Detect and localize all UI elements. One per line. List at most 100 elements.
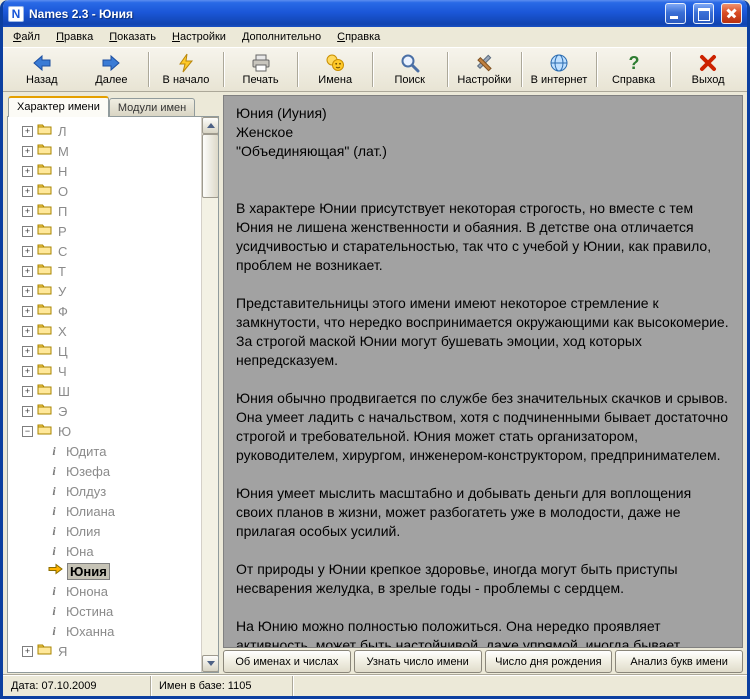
tree-name-row[interactable]: Юлдуз	[12, 481, 198, 501]
folder-icon	[37, 282, 52, 300]
bottom-button-4[interactable]: Анализ букв имени	[615, 650, 743, 673]
expand-icon[interactable]	[22, 385, 33, 397]
menu-item-help[interactable]: Справка	[329, 28, 388, 46]
tree-name-row[interactable]: Юлия	[12, 521, 198, 541]
expand-icon[interactable]	[22, 225, 33, 237]
menu-item-settings[interactable]: Настройки	[164, 28, 234, 46]
bottom-button-2[interactable]: Узнать число имени	[353, 650, 482, 673]
toolbar-back-button[interactable]: Назад	[7, 49, 77, 90]
tree-name-row[interactable]: Юзефа	[12, 461, 198, 481]
folder-icon	[37, 642, 52, 660]
expand-icon[interactable]	[22, 345, 33, 357]
tree-letter-label: Р	[58, 223, 68, 239]
toolbar-exit-button[interactable]: Выход	[673, 49, 743, 90]
bottom-button-1[interactable]: Об именах и числах	[223, 650, 351, 673]
tree-scrollbar[interactable]	[201, 117, 218, 672]
tree-name-row[interactable]: Юханна	[12, 621, 198, 641]
info-icon	[48, 604, 60, 619]
tree-letter-row[interactable]: О	[12, 181, 198, 201]
maximize-button[interactable]	[693, 3, 714, 24]
tree-letter-row[interactable]: Э	[12, 401, 198, 421]
tree-letter-label: Э	[58, 403, 68, 419]
tree-name-row[interactable]: Юстина	[12, 601, 198, 621]
menu-item-file[interactable]: Файл	[5, 28, 48, 46]
tree-letter-row[interactable]: Ц	[12, 341, 198, 361]
tree-name-row[interactable]: Юлиана	[12, 501, 198, 521]
expand-icon[interactable]	[22, 145, 33, 157]
info-icon	[48, 624, 60, 639]
tree-letter-row[interactable]: Р	[12, 221, 198, 241]
toolbar-settings-button[interactable]: Настройки	[450, 49, 520, 90]
info-icon	[48, 524, 60, 539]
expand-icon[interactable]	[22, 405, 33, 417]
expand-icon[interactable]	[22, 245, 33, 257]
toolbar-print-button[interactable]: Печать	[226, 49, 296, 90]
toolbar-help-button[interactable]: ? Справка	[599, 49, 669, 90]
toolbar-internet-button[interactable]: В интернет	[524, 49, 594, 90]
description-panel: Юния (Иуния) Женское "Объединяющая" (лат.)…	[223, 95, 743, 648]
tree-letter-row[interactable]: Н	[12, 161, 198, 181]
expand-icon[interactable]	[22, 325, 33, 337]
expand-icon[interactable]	[22, 165, 33, 177]
expand-icon[interactable]	[22, 285, 33, 297]
tree-letter-row[interactable]: Х	[12, 321, 198, 341]
description-paragraph: В характере Юнии присутствует некоторая …	[236, 200, 712, 273]
tree-name-row[interactable]: Юна	[12, 541, 198, 561]
description-paragraph: От природы у Юнии крепкое здоровье, иног…	[236, 561, 678, 596]
tree-name-row[interactable]: Юния	[12, 561, 198, 581]
tree-letter-label: Т	[58, 263, 67, 279]
expand-icon[interactable]	[22, 645, 33, 657]
tree-letter-row[interactable]: Ю	[12, 421, 198, 441]
menu-item-view[interactable]: Показать	[101, 28, 164, 46]
tree-letter-label: Ц	[58, 343, 69, 359]
scroll-up-icon[interactable]	[202, 117, 218, 134]
toolbar-search-button[interactable]: Поиск	[375, 49, 445, 90]
tree-name-label: Юния	[67, 562, 110, 580]
tree-letter-row[interactable]: Ш	[12, 381, 198, 401]
tree-letter-row[interactable]: М	[12, 141, 198, 161]
expand-icon[interactable]	[22, 205, 33, 217]
help-icon: ?	[624, 53, 644, 73]
description-paragraph: Представительницы этого имени имеют неко…	[236, 295, 729, 368]
expand-icon[interactable]	[22, 125, 33, 137]
info-icon	[48, 444, 60, 459]
tree-letter-label: О	[58, 183, 69, 199]
toolbar-button-label: Поиск	[394, 74, 425, 86]
scroll-down-icon[interactable]	[202, 655, 218, 672]
tree-letter-label: Ю	[58, 423, 72, 439]
minimize-button[interactable]	[665, 3, 686, 24]
bottom-button-3[interactable]: Число дня рождения	[484, 650, 613, 673]
right-column: Юния (Иуния) Женское "Объединяющая" (лат.)…	[223, 95, 743, 673]
collapse-icon[interactable]	[22, 425, 33, 437]
expand-icon[interactable]	[22, 365, 33, 377]
menu-item-extra[interactable]: Дополнительно	[234, 28, 329, 46]
menu-bar: Файл Правка Показать Настройки Дополнительно…	[3, 27, 747, 48]
tree-letter-row[interactable]: Я	[12, 641, 198, 661]
expand-icon[interactable]	[22, 305, 33, 317]
status-date: Дата: 07.10.2009	[3, 676, 151, 696]
tree-letter-label: Н	[58, 163, 68, 179]
description-paragraph: На Юнию можно полностью положиться. Она …	[236, 618, 681, 648]
tree-letter-row[interactable]: Т	[12, 261, 198, 281]
tree-letter-row[interactable]: Л	[12, 121, 198, 141]
tree-letter-row[interactable]: П	[12, 201, 198, 221]
toolbar-forward-button[interactable]: Далее	[77, 49, 147, 90]
toolbar-names-button[interactable]: Имена	[300, 49, 370, 90]
tree-letter-row[interactable]: Ч	[12, 361, 198, 381]
expand-icon[interactable]	[22, 185, 33, 197]
scrollbar-thumb[interactable]	[202, 134, 218, 198]
svg-text:?: ?	[628, 53, 639, 73]
title-bar: N Names 2.3 - Юния	[3, 0, 747, 27]
tree-name-row[interactable]: Юнона	[12, 581, 198, 601]
tab-modules[interactable]: Модули имен	[108, 98, 196, 116]
close-button[interactable]	[721, 3, 742, 24]
toolbar-home-button[interactable]: В начало	[151, 49, 221, 90]
tree-letter-label: Ч	[58, 363, 68, 379]
menu-item-edit[interactable]: Правка	[48, 28, 101, 46]
tree-letter-row[interactable]: У	[12, 281, 198, 301]
tab-character[interactable]: Характер имени	[8, 96, 109, 117]
tree-name-row[interactable]: Юдита	[12, 441, 198, 461]
tree-letter-row[interactable]: С	[12, 241, 198, 261]
expand-icon[interactable]	[22, 265, 33, 277]
tree-letter-row[interactable]: Ф	[12, 301, 198, 321]
